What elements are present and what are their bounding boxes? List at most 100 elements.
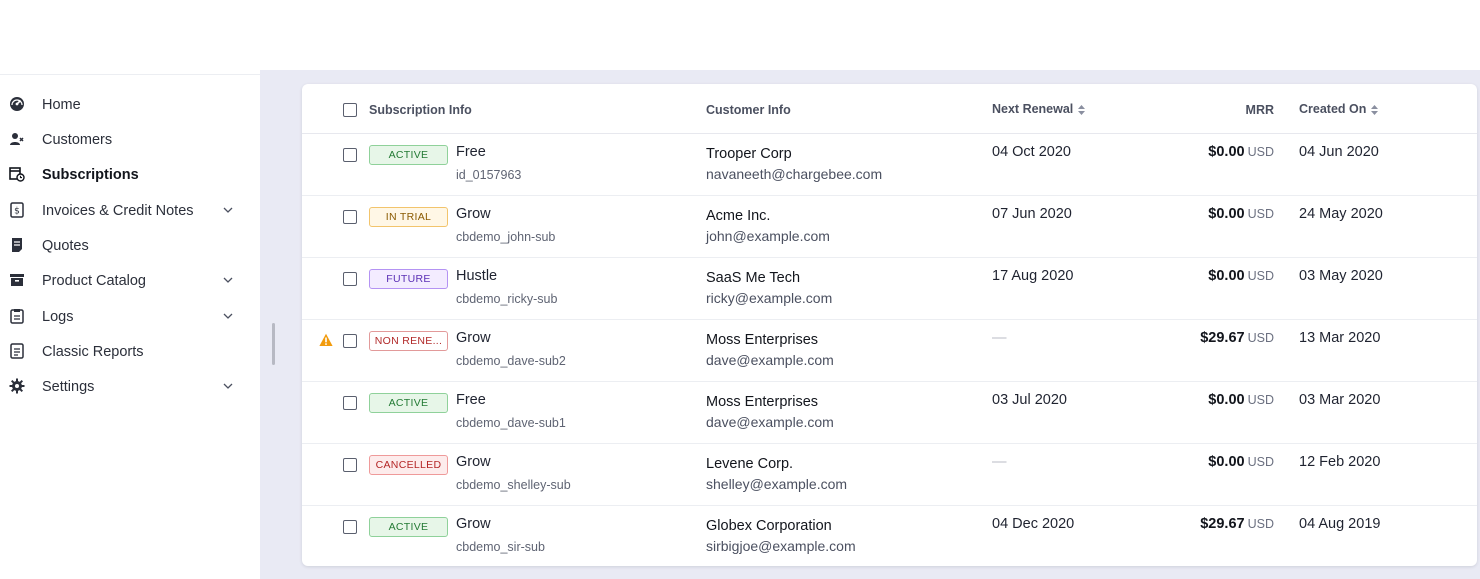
next-renewal-date: 04 Dec 2020 bbox=[992, 516, 1075, 532]
mrr-currency: USD bbox=[1247, 517, 1274, 531]
subscription-id[interactable]: cbdemo_sir-sub bbox=[456, 540, 545, 554]
dashboard-gauge-icon bbox=[8, 95, 26, 113]
customer-email: navaneeth@chargebee.com bbox=[706, 166, 883, 182]
row-checkbox[interactable] bbox=[343, 272, 357, 286]
column-header-mrr[interactable]: MRR bbox=[1246, 103, 1274, 117]
sidebar-item-quotes[interactable]: Quotes bbox=[0, 228, 250, 263]
chevron-down-icon[interactable] bbox=[222, 311, 234, 321]
quote-document-icon bbox=[8, 236, 26, 254]
customer-name[interactable]: Acme Inc. bbox=[706, 208, 770, 224]
warning-icon[interactable] bbox=[319, 333, 333, 347]
sidebar-item-settings[interactable]: Settings bbox=[0, 369, 250, 404]
customer-email: dave@example.com bbox=[706, 414, 834, 430]
sidebar-item-subscriptions[interactable]: Subscriptions bbox=[0, 157, 250, 192]
plan-name[interactable]: Free bbox=[456, 144, 486, 160]
chevron-down-icon[interactable] bbox=[222, 205, 234, 215]
mrr-value: $0.00 USD bbox=[1208, 454, 1274, 470]
plan-name[interactable]: Grow bbox=[456, 206, 491, 222]
subscriptions-table: Subscription Info Customer Info Next Ren… bbox=[302, 84, 1477, 566]
table-row[interactable]: FUTURE Hustle cbdemo_ricky-sub SaaS Me T… bbox=[302, 258, 1477, 320]
select-all-checkbox[interactable] bbox=[343, 103, 357, 117]
plan-name[interactable]: Hustle bbox=[456, 268, 497, 284]
created-on-date: 03 May 2020 bbox=[1299, 268, 1383, 284]
row-checkbox[interactable] bbox=[343, 520, 357, 534]
sidebar-item-product-catalog[interactable]: Product Catalog bbox=[0, 263, 250, 298]
report-icon bbox=[8, 342, 26, 360]
sidebar-resize-handle[interactable] bbox=[272, 323, 275, 365]
next-renewal-date: 04 Oct 2020 bbox=[992, 144, 1071, 160]
subscription-id[interactable]: cbdemo_dave-sub1 bbox=[456, 416, 566, 430]
table-row[interactable]: NON RENE... Grow cbdemo_dave-sub2 Moss E… bbox=[302, 320, 1477, 382]
row-checkbox[interactable] bbox=[343, 396, 357, 410]
subscription-id[interactable]: cbdemo_shelley-sub bbox=[456, 478, 571, 492]
subscription-id[interactable]: cbdemo_ricky-sub bbox=[456, 292, 557, 306]
sidebar-item-logs[interactable]: Logs bbox=[0, 299, 250, 334]
column-header-customer-info[interactable]: Customer Info bbox=[706, 103, 791, 117]
created-on-date: 03 Mar 2020 bbox=[1299, 392, 1381, 408]
sidebar-item-label: Settings bbox=[42, 378, 95, 395]
subscription-id[interactable]: cbdemo_john-sub bbox=[456, 230, 555, 244]
status-badge: ACTIVE bbox=[369, 393, 448, 413]
top-bar bbox=[0, 0, 1480, 74]
mrr-amount: $0.00 bbox=[1208, 454, 1245, 470]
table-row[interactable]: ACTIVE Free id_0157963 Trooper Corp nava… bbox=[302, 134, 1477, 196]
plan-name[interactable]: Grow bbox=[456, 330, 491, 346]
table-row[interactable]: CANCELLED Grow cbdemo_shelley-sub Levene… bbox=[302, 444, 1477, 506]
column-header-next-renewal[interactable]: Next Renewal bbox=[992, 102, 1086, 116]
chevron-down-icon[interactable] bbox=[222, 275, 234, 285]
sidebar-item-label: Product Catalog bbox=[42, 272, 146, 289]
mrr-value: $0.00 USD bbox=[1208, 392, 1274, 408]
mrr-value: $29.67 USD bbox=[1200, 330, 1274, 346]
sort-icon[interactable] bbox=[1370, 104, 1379, 116]
plan-name[interactable]: Grow bbox=[456, 516, 491, 532]
row-checkbox[interactable] bbox=[343, 458, 357, 472]
customer-name[interactable]: Levene Corp. bbox=[706, 456, 793, 472]
mrr-value: $29.67 USD bbox=[1200, 516, 1274, 532]
mrr-amount: $0.00 bbox=[1208, 144, 1245, 160]
sidebar-item-label: Invoices & Credit Notes bbox=[42, 202, 194, 219]
sidebar-item-label: Classic Reports bbox=[42, 343, 144, 360]
sort-icon[interactable] bbox=[1077, 104, 1086, 116]
customer-email: sirbigjoe@example.com bbox=[706, 538, 856, 554]
mrr-value: $0.00 USD bbox=[1208, 268, 1274, 284]
plan-name[interactable]: Grow bbox=[456, 454, 491, 470]
customer-name[interactable]: Trooper Corp bbox=[706, 146, 792, 162]
column-header-subscription-info[interactable]: Subscription Info bbox=[369, 103, 472, 117]
customer-name[interactable]: SaaS Me Tech bbox=[706, 270, 800, 286]
table-row[interactable]: ACTIVE Grow cbdemo_sir-sub Globex Corpor… bbox=[302, 506, 1477, 568]
svg-text:$: $ bbox=[14, 207, 20, 217]
chevron-down-icon[interactable] bbox=[222, 381, 234, 391]
catalog-box-icon bbox=[8, 271, 26, 289]
created-on-date: 13 Mar 2020 bbox=[1299, 330, 1381, 346]
column-header-created-on[interactable]: Created On bbox=[1299, 102, 1379, 116]
created-on-date: 12 Feb 2020 bbox=[1299, 454, 1381, 470]
column-header-label: Created On bbox=[1299, 102, 1367, 116]
customer-email: shelley@example.com bbox=[706, 476, 848, 492]
next-renewal-date: 07 Jun 2020 bbox=[992, 206, 1072, 222]
mrr-currency: USD bbox=[1247, 207, 1274, 221]
table-header: Subscription Info Customer Info Next Ren… bbox=[302, 84, 1477, 134]
next-renewal-date: 17 Aug 2020 bbox=[992, 268, 1074, 284]
plan-name[interactable]: Free bbox=[456, 392, 486, 408]
customer-name[interactable]: Moss Enterprises bbox=[706, 394, 818, 410]
sidebar-item-invoices[interactable]: $ Invoices & Credit Notes bbox=[0, 193, 250, 228]
next-renewal-date: — bbox=[992, 454, 1007, 470]
row-checkbox[interactable] bbox=[343, 334, 357, 348]
subscription-id[interactable]: cbdemo_dave-sub2 bbox=[456, 354, 566, 368]
sidebar-item-classic-reports[interactable]: Classic Reports bbox=[0, 334, 250, 369]
table-row[interactable]: IN TRIAL Grow cbdemo_john-sub Acme Inc. … bbox=[302, 196, 1477, 258]
customer-name[interactable]: Globex Corporation bbox=[706, 518, 832, 534]
customer-name[interactable]: Moss Enterprises bbox=[706, 332, 818, 348]
sidebar-item-label: Home bbox=[42, 96, 81, 113]
status-badge: ACTIVE bbox=[369, 517, 448, 537]
status-badge: NON RENE... bbox=[369, 331, 448, 351]
status-badge: IN TRIAL bbox=[369, 207, 448, 227]
sidebar-item-home[interactable]: Home bbox=[0, 87, 250, 122]
subscription-id[interactable]: id_0157963 bbox=[456, 168, 521, 182]
mrr-currency: USD bbox=[1247, 455, 1274, 469]
row-checkbox[interactable] bbox=[343, 210, 357, 224]
sidebar-item-customers[interactable]: Customers bbox=[0, 122, 250, 157]
row-checkbox[interactable] bbox=[343, 148, 357, 162]
clipboard-icon bbox=[8, 307, 26, 325]
table-row[interactable]: ACTIVE Free cbdemo_dave-sub1 Moss Enterp… bbox=[302, 382, 1477, 444]
